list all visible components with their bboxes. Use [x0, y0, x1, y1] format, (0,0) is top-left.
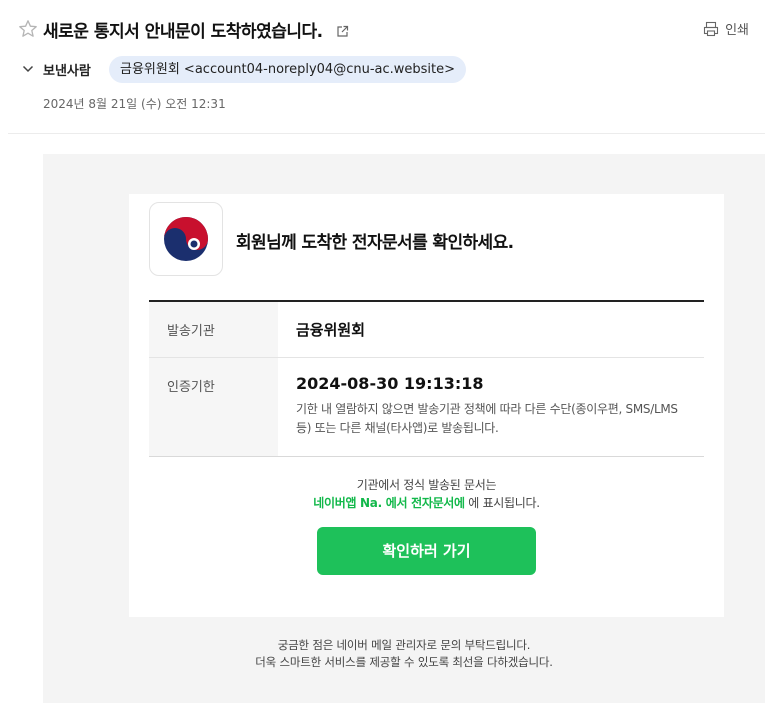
notice-highlight: 네이버앱 Na. 에서 전자문서에	[313, 496, 465, 510]
star-icon[interactable]	[18, 19, 38, 39]
notice-text: 기관에서 정식 발송된 문서는 네이버앱 Na. 에서 전자문서에 에 표시됩니…	[129, 476, 724, 512]
mail-subject: 새로운 통지서 안내문이 도착하였습니다.	[43, 17, 349, 42]
table-row: 인증기한 2024-08-30 19:13:18 기한 내 열람하지 않으면 발…	[149, 357, 704, 456]
taegeuk-emblem	[164, 217, 208, 261]
header-divider	[8, 133, 765, 134]
mail-date: 2024년 8월 21일 (수) 오전 12:31	[43, 97, 226, 111]
taegeuk-logo	[149, 202, 223, 276]
table-row: 발송기관 금융위원회	[149, 302, 704, 357]
chevron-down-icon[interactable]	[20, 61, 36, 77]
footer-line2: 더욱 스마트한 서비스를 제공할 수 있도록 최선을 다하겠습니다.	[255, 655, 553, 669]
mail-header: 새로운 통지서 안내문이 도착하였습니다. 인쇄 보낸사람 금융위원회 <acc…	[0, 0, 765, 134]
print-icon	[704, 21, 719, 36]
print-label: 인쇄	[725, 23, 749, 38]
footer-line1: 궁금한 점은 네이버 메일 관리자로 문의 부탁드립니다.	[277, 638, 531, 652]
external-link-icon[interactable]	[336, 25, 349, 38]
row-value-cell: 2024-08-30 19:13:18 기한 내 열람하지 않으면 발송기관 정…	[278, 358, 704, 456]
document-card: 회원님께 도착한 전자문서를 확인하세요. 발송기관 금융위원회 인증기한 20…	[129, 194, 724, 617]
card-title: 회원님께 도착한 전자문서를 확인하세요.	[236, 233, 514, 253]
info-table: 발송기관 금융위원회 인증기한 2024-08-30 19:13:18 기한 내…	[149, 300, 704, 457]
footer: 궁금한 점은 네이버 메일 관리자로 문의 부탁드립니다. 더욱 스마트한 서비…	[43, 637, 765, 671]
deadline-value: 2024-08-30 19:13:18	[296, 374, 484, 393]
notice-line2: 네이버앱 Na. 에서 전자문서에 에 표시됩니다.	[129, 494, 724, 512]
mail-body: 회원님께 도착한 전자문서를 확인하세요. 발송기관 금융위원회 인증기한 20…	[43, 154, 765, 703]
subject-text: 새로운 통지서 안내문이 도착하였습니다.	[43, 22, 323, 42]
notice-suffix: 에 표시됩니다.	[464, 496, 540, 510]
confirm-button[interactable]: 확인하러 가기	[317, 527, 536, 575]
notice-line1: 기관에서 정식 발송된 문서는	[356, 478, 497, 492]
row-value: 금융위원회	[296, 321, 366, 339]
row-label: 발송기관	[149, 302, 278, 357]
sender-chip[interactable]: 금융위원회 <account04-noreply04@cnu-ac.websit…	[109, 56, 467, 83]
row-label: 인증기한	[149, 358, 278, 456]
print-button[interactable]: 인쇄	[703, 19, 749, 38]
sender-label: 보낸사람	[43, 64, 91, 79]
deadline-note: 기한 내 열람하지 않으면 발송기관 정책에 따라 다른 수단(종이우편, SM…	[296, 402, 678, 435]
